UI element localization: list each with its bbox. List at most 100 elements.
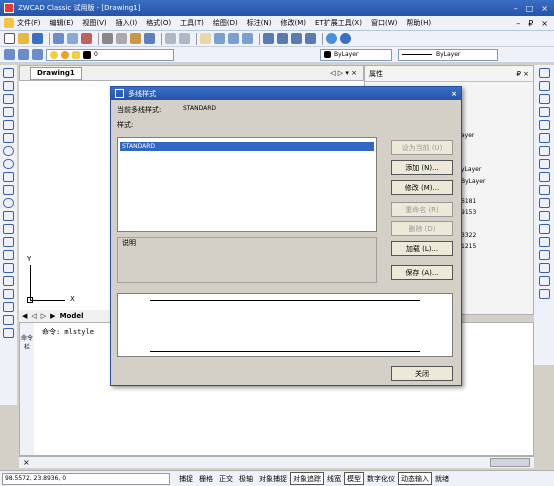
status-toggle[interactable]: 正交 [216,472,236,485]
erase-icon[interactable] [538,68,550,78]
extend-icon[interactable] [538,198,550,208]
break-icon[interactable] [538,211,550,221]
status-toggle[interactable]: 线宽 [324,472,344,485]
publish-icon[interactable] [81,33,92,44]
scale-icon[interactable] [538,159,550,169]
mirror-icon[interactable] [538,94,550,104]
menu-window[interactable]: 窗口(W) [371,18,397,28]
circle-icon[interactable] [3,146,14,156]
menu-view[interactable]: 视图(V) [82,18,106,28]
wipeout-icon[interactable] [3,302,14,312]
fillet-icon[interactable] [538,250,550,260]
pan-icon[interactable] [200,33,211,44]
copy-object-icon[interactable] [538,81,550,91]
modify-button[interactable]: 修改 (M)... [391,180,453,195]
mtext-icon[interactable] [3,289,14,299]
paste-icon[interactable] [130,33,141,44]
status-toggle[interactable]: 栅格 [196,472,216,485]
hatch-icon[interactable] [3,250,14,260]
set-current-button[interactable]: 设为当前 (U) [391,140,453,155]
color-combo[interactable]: ByLayer [320,48,392,61]
list-item[interactable]: STANDARD [120,142,374,151]
app-menu-icon[interactable] [4,18,14,28]
layer-manager-icon[interactable] [4,49,15,60]
rectangle-icon[interactable] [3,120,14,130]
revcloud-icon[interactable] [3,172,14,182]
zoom-realtime-icon[interactable] [214,33,225,44]
insert-block-icon[interactable] [3,211,14,221]
markup-icon[interactable] [305,33,316,44]
offset-icon[interactable] [538,107,550,117]
undo-icon[interactable] [165,33,176,44]
tab-model[interactable]: Model [60,312,84,320]
menu-modify[interactable]: 修改(M) [280,18,306,28]
rotate-icon[interactable] [538,146,550,156]
image-icon[interactable] [3,328,14,338]
move-icon[interactable] [538,133,550,143]
menu-draw[interactable]: 绘图(D) [213,18,238,28]
point-icon[interactable] [3,237,14,247]
doc-restore-button[interactable]: ₽ [528,19,533,28]
properties-icon[interactable] [263,33,274,44]
menu-dimension[interactable]: 标注(N) [247,18,272,28]
design-center-icon[interactable] [277,33,288,44]
scroll-thumb[interactable] [490,458,530,467]
stretch-icon[interactable] [538,172,550,182]
menu-file[interactable]: 文件(F) [17,18,41,28]
chamfer-icon[interactable] [538,237,550,247]
menu-format[interactable]: 格式(O) [146,18,171,28]
zoom-window-icon[interactable] [228,33,239,44]
menu-insert[interactable]: 插入(I) [116,18,138,28]
new-button[interactable]: 添加 (N)... [391,160,453,175]
region-icon[interactable] [3,263,14,273]
layer-state-icon[interactable] [32,49,43,60]
last-tab-icon[interactable]: ▶ [50,312,55,320]
styles-list[interactable]: STANDARD [117,137,377,232]
save-button[interactable]: 保存 (A)... [391,265,453,280]
explode-icon[interactable] [538,263,550,273]
command-scrollbar[interactable]: × [19,456,534,468]
ray-icon[interactable] [3,81,14,91]
preview-icon[interactable] [67,33,78,44]
dialog-close-icon[interactable]: × [447,90,461,98]
close-button[interactable]: × [541,4,548,13]
arc-icon[interactable] [3,133,14,143]
line-icon[interactable] [3,68,14,78]
next-tab-icon[interactable]: ▷ [41,312,46,320]
layer-combo[interactable]: 0 [46,48,174,61]
status-toggle[interactable]: 动态输入 [398,472,432,485]
menu-et-tools[interactable]: ET扩展工具(X) [315,18,362,28]
doc-minimize-button[interactable]: – [516,19,520,28]
command-history[interactable]: 命令: mlstyle [42,327,94,337]
trim-icon[interactable] [538,185,550,195]
doc-tab-controls[interactable]: ◁ ▷ ▾ × [330,69,363,77]
status-toggle[interactable]: 模型 [344,472,364,485]
spline-icon[interactable] [3,185,14,195]
join-icon[interactable] [538,224,550,234]
zoom-previous-icon[interactable] [242,33,253,44]
linetype-combo[interactable]: ByLayer [398,48,498,61]
layer-previous-icon[interactable] [18,49,29,60]
print-icon[interactable] [53,33,64,44]
make-block-icon[interactable] [3,224,14,234]
new-icon[interactable] [4,33,15,44]
status-toggle[interactable]: 数字化仪 [364,472,398,485]
table-icon[interactable] [3,276,14,286]
close-icon[interactable]: × [23,458,30,467]
doc-close-button[interactable]: × [541,19,548,28]
delete-button[interactable]: 删除 (D) [391,221,453,236]
polyline-icon[interactable] [3,94,14,104]
rename-button[interactable]: 重命名 (R) [391,202,453,217]
menu-help[interactable]: 帮助(H) [406,18,431,28]
menu-tools[interactable]: 工具(T) [180,18,204,28]
redraw-icon[interactable] [538,289,550,299]
donut-icon[interactable] [3,159,14,169]
match-properties-icon[interactable] [144,33,155,44]
load-button[interactable]: 加载 (L)... [391,241,453,256]
prev-tab-icon[interactable]: ◁ [31,312,36,320]
tool-palettes-icon[interactable] [291,33,302,44]
redo-icon[interactable] [179,33,190,44]
status-toggle[interactable]: 对象捕捉 [256,472,290,485]
first-tab-icon[interactable]: ◀ [22,312,27,320]
menu-edit[interactable]: 编辑(E) [50,18,74,28]
